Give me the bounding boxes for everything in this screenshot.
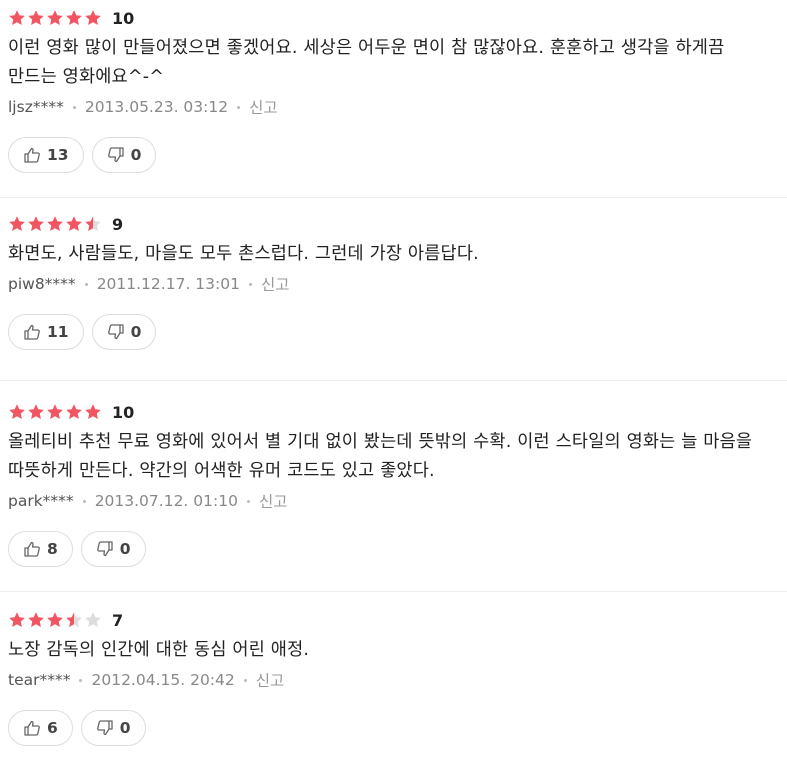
rating-row: 10 — [8, 400, 779, 424]
star-filled-icon — [66, 10, 82, 25]
star-filled-icon — [28, 216, 44, 231]
dislike-count: 0 — [119, 540, 131, 558]
vote-buttons: 60 — [8, 710, 779, 746]
dislike-button[interactable]: 0 — [91, 314, 157, 350]
review-date: 2012.04.15. 20:42 — [91, 671, 235, 689]
review-item: 10 올레티비 추천 무료 영화에 있어서 별 기대 없이 봤는데 뜻밖의 수확.… — [0, 381, 787, 592]
like-count: 11 — [47, 323, 69, 341]
separator-dot — [72, 105, 76, 109]
thumbs-up-icon — [23, 719, 41, 737]
review-date: 2013.05.23. 03:12 — [84, 98, 229, 116]
review-meta: piw8**** 2011.12.17. 13:01 신고 — [8, 273, 779, 295]
star-filled-icon — [85, 404, 101, 419]
review-author: park**** — [8, 492, 74, 510]
rating-score: 9 — [112, 214, 124, 234]
rating-row: 9 — [8, 212, 779, 236]
like-count: 13 — [47, 146, 69, 164]
review-author: tear**** — [8, 671, 71, 689]
star-rating — [8, 9, 102, 27]
like-button[interactable]: 8 — [8, 531, 73, 567]
separator-dot — [79, 678, 83, 682]
star-filled-icon — [28, 612, 44, 627]
like-button[interactable]: 13 — [8, 137, 84, 173]
star-filled-icon — [66, 404, 82, 419]
star-rating — [8, 403, 102, 421]
like-button[interactable]: 6 — [8, 710, 73, 746]
review-text: 올레티비 추천 무료 영화에 있어서 별 기대 없이 봤는데 뜻밖의 수확. 이… — [8, 432, 753, 481]
star-filled-icon — [66, 216, 82, 231]
report-link[interactable]: 신고 — [259, 490, 288, 512]
rating-score: 10 — [112, 8, 135, 28]
dislike-count: 0 — [130, 146, 142, 164]
star-filled-icon — [9, 612, 25, 627]
thumbs-up-icon — [23, 540, 41, 558]
separator-dot — [243, 678, 247, 682]
star-half-icon — [66, 612, 82, 627]
report-link[interactable]: 신고 — [261, 273, 290, 295]
thumbs-down-icon — [96, 719, 114, 737]
review-author: ljsz**** — [8, 98, 64, 116]
review-text: 노장 감독의 인간에 대한 동심 어린 애정. — [8, 640, 310, 660]
star-filled-icon — [9, 404, 25, 419]
rating-row: 7 — [8, 608, 779, 632]
thumbs-down-icon — [107, 146, 125, 164]
star-filled-icon — [47, 612, 63, 627]
dislike-count: 0 — [130, 323, 142, 341]
separator-dot — [84, 282, 88, 286]
like-count: 6 — [47, 719, 58, 737]
thumbs-up-icon — [23, 323, 41, 341]
star-filled-icon — [47, 404, 63, 419]
star-rating — [8, 215, 102, 233]
separator-dot — [246, 499, 250, 503]
thumbs-down-icon — [96, 540, 114, 558]
rating-score: 10 — [112, 402, 135, 422]
review-meta: ljsz**** 2013.05.23. 03:12 신고 — [8, 96, 779, 118]
star-half-icon — [85, 216, 101, 231]
vote-buttons: 11 0 — [8, 314, 779, 350]
star-rating — [8, 611, 102, 629]
vote-buttons: 13 0 — [8, 137, 779, 173]
star-empty-icon — [85, 612, 101, 627]
like-button[interactable]: 11 — [8, 314, 84, 350]
review-item: 10 이런 영화 많이 만들어졌으면 좋겠어요. 세상은 어두운 면이 참 많잖아… — [0, 0, 787, 198]
rating-score: 7 — [112, 610, 124, 630]
like-count: 8 — [47, 540, 58, 558]
separator-dot — [82, 499, 86, 503]
star-filled-icon — [47, 216, 63, 231]
review-date: 2011.12.17. 13:01 — [96, 275, 240, 293]
star-filled-icon — [28, 404, 44, 419]
review-date: 2013.07.12. 01:10 — [94, 492, 238, 510]
dislike-button[interactable]: 0 — [80, 710, 146, 746]
review-meta: park**** 2013.07.12. 01:10 신고 — [8, 490, 779, 512]
rating-row: 10 — [8, 6, 779, 30]
review-item: 9 화면도, 사람들도, 마을도 모두 촌스럽다. 그런데 가장 아름답다. piw… — [0, 198, 787, 381]
review-item: 7 노장 감독의 인간에 대한 동심 어린 애정. tear**** 2012.04.… — [0, 592, 787, 767]
review-meta: tear**** 2012.04.15. 20:42 신고 — [8, 669, 779, 691]
separator-dot — [248, 282, 252, 286]
report-link[interactable]: 신고 — [249, 96, 278, 118]
review-text: 이런 영화 많이 만들어졌으면 좋겠어요. 세상은 어두운 면이 참 많잖아요.… — [8, 38, 725, 87]
thumbs-down-icon — [107, 323, 125, 341]
dislike-button[interactable]: 0 — [80, 531, 146, 567]
review-list: 10 이런 영화 많이 만들어졌으면 좋겠어요. 세상은 어두운 면이 참 많잖아… — [0, 0, 787, 767]
star-filled-icon — [47, 10, 63, 25]
review-text: 화면도, 사람들도, 마을도 모두 촌스럽다. 그런데 가장 아름답다. — [8, 244, 479, 264]
star-filled-icon — [85, 10, 101, 25]
review-author: piw8**** — [8, 275, 76, 293]
dislike-count: 0 — [119, 719, 131, 737]
star-filled-icon — [9, 10, 25, 25]
vote-buttons: 80 — [8, 531, 779, 567]
star-filled-icon — [9, 216, 25, 231]
separator-dot — [237, 105, 241, 109]
report-link[interactable]: 신고 — [256, 669, 285, 691]
star-filled-icon — [28, 10, 44, 25]
thumbs-up-icon — [23, 146, 41, 164]
dislike-button[interactable]: 0 — [91, 137, 157, 173]
